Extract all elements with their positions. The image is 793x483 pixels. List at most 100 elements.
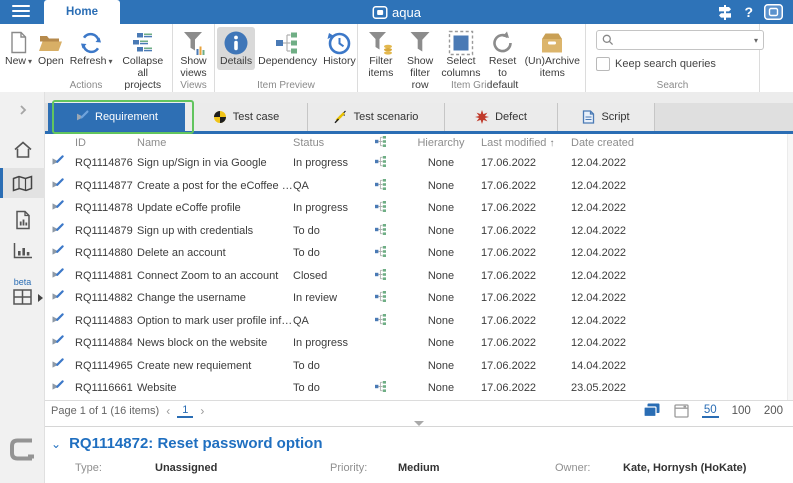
filter-items-button[interactable]: Filter items xyxy=(360,27,402,82)
row-hierarchy: None xyxy=(401,157,481,169)
keep-search-queries-option[interactable]: Keep search queries xyxy=(596,57,751,71)
show-filter-row-icon xyxy=(408,29,432,56)
group-label-actions: Actions xyxy=(0,80,172,91)
search-dropdown-caret[interactable]: ▾ xyxy=(754,36,758,45)
map-icon xyxy=(12,175,33,192)
table-row[interactable]: RQ1114881 Connect Zoom to an account Clo… xyxy=(45,265,793,288)
next-page-button[interactable]: › xyxy=(200,404,204,418)
row-dependency-cell xyxy=(361,314,401,328)
row-id: RQ1114965 xyxy=(75,360,137,372)
tab-test-scenario[interactable]: Test scenario xyxy=(308,103,445,131)
priority-value: Medium xyxy=(398,462,440,474)
dependency-button[interactable]: Dependency xyxy=(255,27,320,70)
tab-requirement-label: Requirement xyxy=(95,111,158,123)
left-sidebar: beta xyxy=(0,92,45,483)
page-size-100[interactable]: 100 xyxy=(732,405,751,417)
tab-defect[interactable]: Defect xyxy=(445,103,558,131)
show-views-button[interactable]: Show views xyxy=(175,27,212,82)
sidebar-expand-chevron-icon[interactable] xyxy=(0,104,45,116)
vertical-scrollbar[interactable] xyxy=(787,134,793,400)
topbar-actions: ? xyxy=(717,0,783,24)
row-hierarchy: None xyxy=(401,315,481,327)
row-status: To do xyxy=(293,225,361,237)
sidebar-flyout-handle-icon[interactable] xyxy=(38,294,43,302)
open-button[interactable]: Open xyxy=(35,27,67,70)
column-header-dependency[interactable] xyxy=(361,136,401,150)
row-requirement-icon xyxy=(51,290,75,306)
row-name: Connect Zoom to an account xyxy=(137,270,293,282)
row-dependency-cell xyxy=(361,381,401,395)
signpost-icon[interactable] xyxy=(717,5,733,20)
tab-home[interactable]: Home xyxy=(44,0,120,24)
copy-layers-icon[interactable] xyxy=(643,403,661,418)
page-number-1[interactable]: 1 xyxy=(177,404,193,418)
row-last-modified: 17.06.2022 xyxy=(481,315,571,327)
sidebar-item-analytics[interactable] xyxy=(0,242,45,259)
new-button[interactable]: New▾ xyxy=(2,27,35,70)
unarchive-items-button[interactable]: (Un)Archive items xyxy=(522,27,583,82)
prev-page-button[interactable]: ‹ xyxy=(166,404,170,418)
dependency-icon xyxy=(375,381,387,392)
table-row[interactable]: RQ1114879 Sign up with credentials To do… xyxy=(45,220,793,243)
detail-panel: ⌄ RQ1114872: Reset password option Type:… xyxy=(45,426,793,483)
sidebar-item-reports[interactable] xyxy=(0,210,45,230)
column-header-hierarchy[interactable]: Hierarchy xyxy=(401,137,481,149)
priority-label: Priority: xyxy=(330,462,398,474)
row-date-created: 12.04.2022 xyxy=(571,292,663,304)
row-status: In progress xyxy=(293,202,361,214)
row-date-created: 12.04.2022 xyxy=(571,337,663,349)
row-id: RQ1114882 xyxy=(75,292,137,304)
table-row[interactable]: RQ1116661 Website To do None 17.06.2022 … xyxy=(45,377,793,400)
row-name: Change the username xyxy=(137,292,293,304)
row-requirement-icon xyxy=(51,200,75,216)
ribbon-filler xyxy=(760,24,793,92)
row-date-created: 12.04.2022 xyxy=(571,315,663,327)
row-dependency-cell xyxy=(361,246,401,260)
help-icon[interactable]: ? xyxy=(744,4,753,20)
select-columns-button[interactable]: Select columns xyxy=(438,27,483,82)
last-modified-label: Last modified xyxy=(481,137,546,149)
table-row[interactable]: RQ1114877 Create a post for the eCoffee … xyxy=(45,175,793,198)
table-row[interactable]: RQ1114882 Change the username In review … xyxy=(45,287,793,310)
details-button[interactable]: Details xyxy=(217,27,255,70)
table-row[interactable]: RQ1114965 Create new requiement To do No… xyxy=(45,355,793,378)
tab-defect-label: Defect xyxy=(495,111,527,123)
column-header-last-modified[interactable]: Last modified↑ xyxy=(481,137,571,149)
refresh-button[interactable]: Refresh▾ xyxy=(67,27,116,70)
table-row[interactable]: RQ1114876 Sign up/Sign in via Google In … xyxy=(45,152,793,175)
defect-icon xyxy=(475,110,489,124)
column-header-name[interactable]: Name xyxy=(137,137,293,149)
detail-collapse-chevron-icon[interactable]: ⌄ xyxy=(51,437,61,451)
page-size-50[interactable]: 50 xyxy=(702,404,719,418)
page-size-200[interactable]: 200 xyxy=(764,405,783,417)
search-input[interactable] xyxy=(614,33,754,47)
keep-search-queries-label: Keep search queries xyxy=(615,58,716,70)
table-row[interactable]: RQ1114883 Option to mark user profile in… xyxy=(45,310,793,333)
history-button[interactable]: History xyxy=(320,27,359,70)
ribbon-group-item-preview: Details Dependency History Item Preview xyxy=(215,24,358,92)
tab-requirement[interactable]: Requirement xyxy=(48,103,185,131)
column-header-status[interactable]: Status xyxy=(293,137,361,149)
column-header-id[interactable]: ID xyxy=(75,137,137,149)
select-columns-icon xyxy=(448,29,474,56)
table-row[interactable]: RQ1114884 News block on the website In p… xyxy=(45,332,793,355)
tab-test-case[interactable]: Test case xyxy=(185,103,308,131)
refresh-label: Refresh xyxy=(70,55,107,67)
dependency-icon xyxy=(274,29,302,56)
aqua-badge-icon[interactable] xyxy=(764,4,783,20)
item-type-tabs: Requirement Test case Test scenario Defe… xyxy=(45,103,793,131)
hamburger-menu-icon[interactable] xyxy=(12,5,30,19)
keep-search-queries-checkbox[interactable] xyxy=(596,57,610,71)
sidebar-item-projects[interactable] xyxy=(0,175,45,192)
table-row[interactable]: RQ1114880 Delete an account To do None 1… xyxy=(45,242,793,265)
row-requirement-icon xyxy=(51,155,75,171)
row-id: RQ1114877 xyxy=(75,180,137,192)
table-row[interactable]: RQ1114878 Update eCoffe profile In progr… xyxy=(45,197,793,220)
sidebar-item-home[interactable] xyxy=(0,140,45,159)
search-field[interactable]: ▾ xyxy=(596,30,764,50)
row-status: In progress xyxy=(293,337,361,349)
tab-script[interactable]: Script xyxy=(558,103,655,131)
dependency-icon xyxy=(375,246,387,257)
column-header-date-created[interactable]: Date created xyxy=(571,137,663,149)
tray-icon[interactable] xyxy=(674,404,689,418)
